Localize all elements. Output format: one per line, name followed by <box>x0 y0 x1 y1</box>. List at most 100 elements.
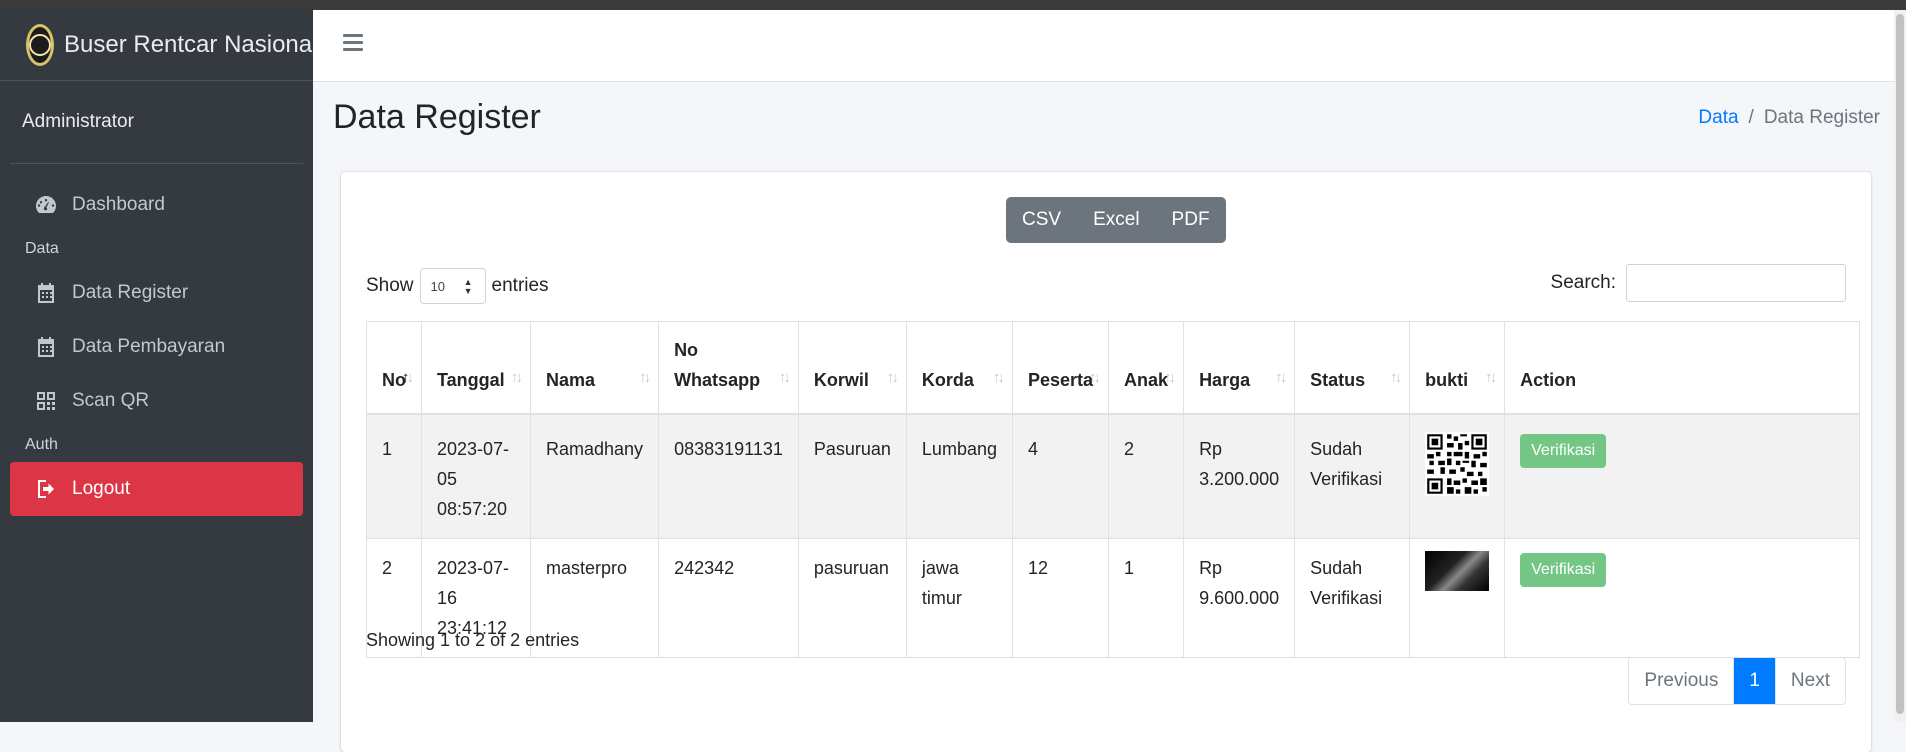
show-label: Show <box>366 275 414 296</box>
browser-top-strip <box>0 0 1906 10</box>
brand-logo-icon <box>26 24 54 66</box>
scrollbar-thumb[interactable] <box>1896 14 1904 714</box>
sort-icon: ↑↓ <box>1089 368 1101 386</box>
cell-korda: Lumbang <box>905 413 1013 539</box>
page-1-button[interactable]: 1 <box>1734 658 1775 704</box>
sort-icon: ↑↓ <box>511 368 523 386</box>
table-info: Showing 1 to 2 of 2 entries <box>366 630 580 650</box>
entries-label: entries <box>491 275 549 296</box>
cell-korwil: pasuruan <box>797 537 907 658</box>
breadcrumb-link-data[interactable]: Data <box>1698 107 1738 128</box>
cell-tanggal: 2023-07-05 08:57:20 <box>421 413 531 539</box>
cell-whatsapp: 08383191131 <box>658 413 799 539</box>
verifikasi-button[interactable]: Verifikasi <box>1520 433 1607 468</box>
export-button-group: CSV Excel PDF <box>1006 197 1226 243</box>
cell-status: Sudah Verifikasi <box>1294 413 1411 539</box>
cell-whatsapp: 242342 <box>658 537 799 658</box>
tachometer-icon <box>36 196 56 213</box>
cell-anak: 2 <box>1108 413 1185 539</box>
cell-korda: jawa timur <box>905 537 1013 658</box>
sort-icon: ↑↓ <box>992 368 1005 386</box>
pagination: Previous 1 Next <box>1628 657 1846 705</box>
col-header-korwil[interactable]: Korwil ↑↓ <box>797 321 907 415</box>
select-arrows-icon: ▲ ▼ <box>463 277 473 296</box>
verifikasi-button[interactable]: Verifikasi <box>1520 552 1607 587</box>
breadcrumb: Data / Data Register <box>1698 107 1880 129</box>
cell-harga: Rp 3.200.000 <box>1183 413 1296 539</box>
sort-asc-icon: ↑↓ <box>402 368 414 386</box>
sidebar: Buser Rentcar Nasional Administrator Das… <box>0 10 317 722</box>
nav-header-auth: Auth <box>25 436 58 453</box>
previous-button[interactable]: Previous <box>1629 658 1735 704</box>
nav-header-data: Data <box>25 240 59 257</box>
cell-peserta: 4 <box>1011 413 1110 539</box>
sign-out-icon <box>38 480 54 498</box>
col-header-status[interactable]: Status ↑↓ <box>1294 321 1411 415</box>
excel-button[interactable]: Excel <box>1077 197 1155 243</box>
calendar-icon <box>38 337 54 357</box>
col-header-harga[interactable]: Harga ↑↓ <box>1183 321 1296 415</box>
breadcrumb-separator: / <box>1748 107 1754 128</box>
col-header-peserta[interactable]: Peserta ↑↓ <box>1011 321 1110 415</box>
pdf-button[interactable]: PDF <box>1156 197 1226 243</box>
col-header-anak[interactable]: Anak ↑↓ <box>1108 321 1185 415</box>
brand[interactable]: Buser Rentcar Nasional <box>0 10 317 81</box>
qrcode-icon <box>37 392 55 410</box>
sidebar-item-label: Data Register <box>72 282 189 303</box>
calendar-icon <box>38 283 54 303</box>
cell-status: Sudah Verifikasi <box>1294 537 1411 658</box>
cell-bukti <box>1409 413 1506 539</box>
cell-korwil: Pasuruan <box>797 413 907 539</box>
menu-toggle-icon[interactable] <box>343 34 363 52</box>
sidebar-item-label: Data Pembayaran <box>72 336 226 357</box>
sort-icon: ↑↓ <box>778 368 791 386</box>
sidebar-item-logout[interactable]: Logout <box>10 462 303 516</box>
cell-peserta: 12 <box>1011 537 1110 658</box>
data-card: CSV Excel PDF Show 10 ▲ ▼ entries Search:… <box>341 172 1871 752</box>
sidebar-nav: Dashboard Data Data Register Data Pembay… <box>0 164 313 516</box>
sidebar-item-data-pembayaran[interactable]: Data Pembayaran <box>10 320 303 374</box>
user-name[interactable]: Administrator <box>22 111 134 133</box>
sort-icon: ↑↓ <box>1164 368 1176 386</box>
main-header <box>313 10 1906 82</box>
sidebar-item-label: Dashboard <box>72 194 165 215</box>
col-header-no[interactable]: No ↑↓ <box>366 321 422 415</box>
brand-name: Buser Rentcar Nasional <box>64 31 318 58</box>
cell-nama: Ramadhany <box>529 413 660 539</box>
qr-code-image[interactable] <box>1425 431 1490 496</box>
breadcrumb-current: Data Register <box>1763 107 1880 128</box>
search-input[interactable] <box>1626 264 1846 302</box>
col-header-action: Action <box>1504 321 1860 415</box>
sidebar-item-label: Scan QR <box>72 390 150 411</box>
col-header-korda[interactable]: Korda ↑↓ <box>905 321 1013 415</box>
sidebar-item-data-register[interactable]: Data Register <box>10 266 303 320</box>
sort-icon: ↑↓ <box>1485 368 1497 386</box>
table-header-row: No ↑↓ Tanggal ↑↓ Nama ↑↓ No Whatsapp ↑↓ Korwi… <box>366 321 1860 415</box>
table-row: 1 2023-07-05 08:57:20 Ramadhany 083831911… <box>366 413 1860 539</box>
cell-action: Verifikasi <box>1504 413 1860 539</box>
cell-bukti <box>1409 537 1506 658</box>
cell-harga: Rp 9.600.000 <box>1183 537 1296 658</box>
next-button[interactable]: Next <box>1774 658 1845 704</box>
sidebar-item-scan-qr[interactable]: Scan QR <box>10 374 303 428</box>
col-header-tanggal[interactable]: Tanggal ↑↓ <box>421 321 531 415</box>
tiger-photo-image[interactable] <box>1425 550 1490 591</box>
search-label: Search: <box>1550 272 1616 293</box>
entries-select[interactable]: 10 ▲ ▼ <box>419 268 486 304</box>
sort-icon: ↑↓ <box>886 368 899 386</box>
col-header-whatsapp[interactable]: No Whatsapp ↑↓ <box>658 321 799 415</box>
table-row: 2 2023-07-16 23:41:12 masterpro 242342 pa… <box>366 537 1860 658</box>
user-panel[interactable]: Administrator <box>10 81 303 164</box>
sort-icon: ↑↓ <box>1275 368 1287 386</box>
cell-no: 1 <box>366 413 422 539</box>
col-header-nama[interactable]: Nama ↑↓ <box>529 321 660 415</box>
search-control: Search: <box>1551 264 1846 302</box>
cell-action: Verifikasi <box>1504 537 1860 658</box>
col-header-bukti[interactable]: bukti ↑↓ <box>1409 321 1506 415</box>
page-scrollbar[interactable] <box>1894 10 1906 722</box>
csv-button[interactable]: CSV <box>1006 197 1077 243</box>
page-title: Data Register <box>333 98 541 136</box>
cell-anak: 1 <box>1108 537 1185 658</box>
length-control: Show 10 ▲ ▼ entries <box>366 268 549 304</box>
sidebar-item-dashboard[interactable]: Dashboard <box>10 178 303 232</box>
